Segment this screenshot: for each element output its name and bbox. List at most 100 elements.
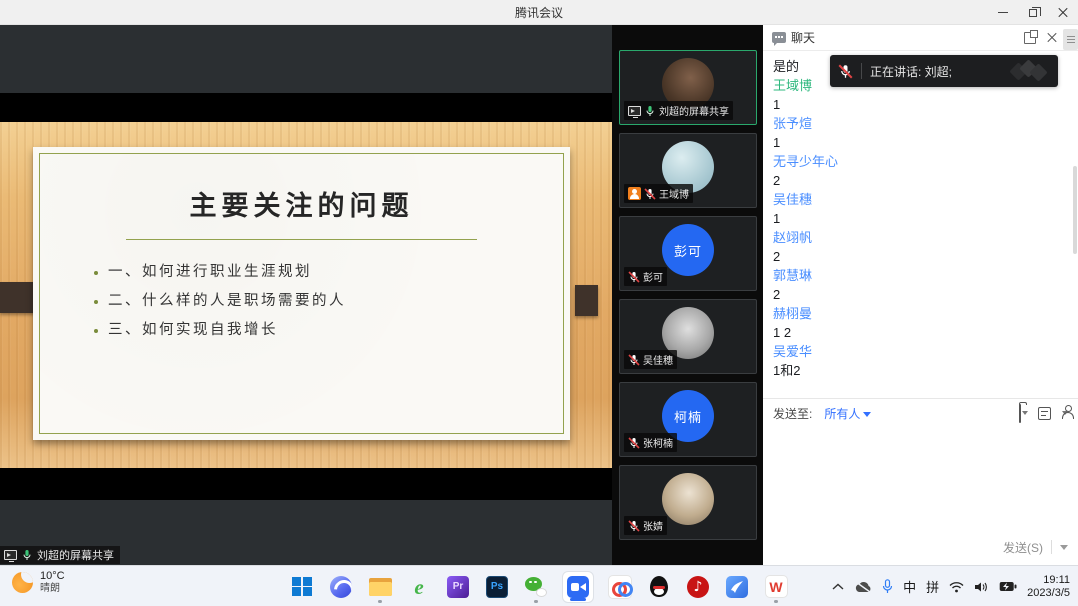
- mention-button[interactable]: [1061, 405, 1068, 423]
- chat-scrollbar[interactable]: [1073, 166, 1077, 254]
- chat-header: 聊天: [763, 25, 1078, 51]
- mic-on-slot: [21, 549, 33, 561]
- chat-message: 赵翊帆 2: [773, 228, 1068, 266]
- mic-status-slot: [644, 105, 656, 117]
- mic-muted-icon: [628, 520, 640, 532]
- chat-bubble-icon: [772, 32, 786, 43]
- send-to-dropdown[interactable]: 所有人: [824, 405, 871, 422]
- wps-icon: W: [765, 575, 788, 598]
- wps-button[interactable]: W: [763, 572, 789, 602]
- onedrive-cloud-icon[interactable]: [854, 581, 872, 593]
- microphone-tray-icon[interactable]: [882, 579, 893, 594]
- internet-explorer-button[interactable]: e: [406, 572, 432, 602]
- participant-name: 刘超的屏幕共享: [659, 103, 729, 118]
- speaker-icon[interactable]: [974, 581, 989, 593]
- rings-app-button[interactable]: [607, 572, 633, 602]
- mic-status-slot: [628, 271, 640, 283]
- send-to-row: 发送至: 所有人: [763, 398, 1078, 428]
- letterbox-top: [0, 93, 612, 122]
- weather-widget[interactable]: 10°C 晴朗: [12, 570, 65, 595]
- participant-tile[interactable]: 张婧: [619, 465, 757, 540]
- tencent-meeting-button[interactable]: [562, 571, 594, 603]
- dropdown-caret-icon: [863, 412, 871, 417]
- window-titlebar: 腾讯会议: [0, 0, 1078, 25]
- close-icon: [1058, 8, 1068, 18]
- wechat-icon: [525, 577, 547, 597]
- participant-tile[interactable]: 彭可 彭可: [619, 216, 757, 291]
- battery-icon[interactable]: [999, 581, 1017, 592]
- ime-input-mode-indicator[interactable]: 拼: [926, 577, 939, 596]
- browser-icon: [330, 576, 352, 598]
- participant-label: 彭可: [624, 267, 667, 286]
- send-button[interactable]: 发送(S): [1003, 539, 1043, 556]
- panel-drag-handle[interactable]: [1063, 29, 1078, 50]
- windows-logo-icon: [292, 577, 312, 597]
- weather-moon-icon: [12, 572, 33, 593]
- send-divider: [1051, 540, 1052, 554]
- participant-tile[interactable]: 王域博: [619, 133, 757, 208]
- mic-muted-icon: [644, 188, 656, 200]
- wechat-button[interactable]: [523, 572, 549, 602]
- dropdown-caret-icon: [1022, 411, 1028, 415]
- popout-panel-icon[interactable]: [1024, 32, 1036, 44]
- chat-panel-title: 聊天: [791, 29, 1024, 46]
- netease-music-icon: ♪: [687, 576, 709, 598]
- taskbar-clock[interactable]: 19:11 2023/3/5: [1027, 574, 1070, 600]
- participant-tile[interactable]: 刘超的屏幕共享: [619, 50, 757, 125]
- participant-label: 吴佳穗: [624, 350, 677, 369]
- participant-video-strip: 刘超的屏幕共享 王域博 彭可 彭可: [612, 25, 763, 565]
- host-badge-icon: [628, 187, 641, 200]
- slide-bullet: 三、如何实现自我增长: [108, 316, 543, 345]
- slide-bullet: 二、什么样的人是职场需要的人: [108, 287, 543, 316]
- close-button[interactable]: [1048, 0, 1078, 25]
- browser-app-button[interactable]: [328, 572, 354, 602]
- wifi-icon[interactable]: [949, 581, 964, 593]
- participant-label: 刘超的屏幕共享: [624, 101, 733, 120]
- internet-explorer-icon: e: [414, 577, 423, 597]
- window-title: 腾讯会议: [515, 4, 563, 21]
- participant-label: 王域博: [624, 184, 693, 203]
- ime-language-indicator[interactable]: 中: [903, 577, 916, 596]
- screen-share-status-label: 刘超的屏幕共享: [0, 546, 120, 564]
- participant-tile[interactable]: 柯楠 张柯楠: [619, 382, 757, 457]
- premiere-button[interactable]: Pr: [445, 572, 471, 602]
- weather-condition: 晴朗: [40, 583, 65, 595]
- chat-sender-name[interactable]: 张予煊: [773, 114, 1068, 133]
- show-hidden-icons-chevron[interactable]: [832, 583, 844, 591]
- chat-message-text: 1 2: [773, 323, 1068, 342]
- chat-sender-name[interactable]: 吴爱华: [773, 342, 1068, 361]
- file-attach-button[interactable]: [1019, 405, 1028, 423]
- start-button[interactable]: [289, 572, 315, 602]
- chat-sender-name[interactable]: 赵翊帆: [773, 228, 1068, 247]
- chat-message-list[interactable]: 是的 王域博 1 张予煊 1 无寻少年心 2 吴佳穗 1 赵翊帆 2 郭慧琳 2…: [763, 51, 1078, 398]
- send-to-label: 发送至:: [773, 405, 812, 422]
- chat-sender-name[interactable]: 无寻少年心: [773, 152, 1068, 171]
- chat-sender-name[interactable]: 吴佳穗: [773, 190, 1068, 209]
- presentation-slide: 主要关注的问题 一、如何进行职业生涯规划二、什么样的人是职场需要的人三、如何实现…: [33, 147, 570, 440]
- clock-date: 2023/3/5: [1027, 587, 1070, 600]
- folder-icon: [1019, 404, 1021, 423]
- send-options-caret-icon[interactable]: [1060, 545, 1068, 550]
- slide-bullet: 一、如何进行职业生涯规划: [108, 258, 543, 287]
- participant-tile[interactable]: 吴佳穗: [619, 299, 757, 374]
- chat-message: 赫栩曼 1 2: [773, 304, 1068, 342]
- windows-taskbar: 10°C 晴朗 e Pr Ps ♪ W 中 拼 19:11 2023/3/5: [0, 565, 1078, 606]
- photoshop-button[interactable]: Ps: [484, 572, 510, 602]
- file-explorer-button[interactable]: [367, 572, 393, 602]
- thunder-button[interactable]: [724, 572, 750, 602]
- chat-message-text: 2: [773, 285, 1068, 304]
- chat-sender-name[interactable]: 郭慧琳: [773, 266, 1068, 285]
- close-chat-icon[interactable]: [1046, 32, 1058, 44]
- announcement-icon[interactable]: [1038, 407, 1051, 420]
- qq-button[interactable]: [646, 572, 672, 602]
- mic-muted-icon: [838, 64, 853, 79]
- qq-penguin-icon: [650, 576, 668, 597]
- netease-music-button[interactable]: ♪: [685, 572, 711, 602]
- chat-input-area[interactable]: [763, 428, 1078, 535]
- minimize-button[interactable]: [988, 0, 1018, 25]
- chat-sender-name[interactable]: 赫栩曼: [773, 304, 1068, 323]
- participant-name: 彭可: [643, 269, 663, 284]
- chat-message-text: 1: [773, 133, 1068, 152]
- minimize-icon: [998, 12, 1008, 13]
- restore-button[interactable]: [1018, 0, 1048, 25]
